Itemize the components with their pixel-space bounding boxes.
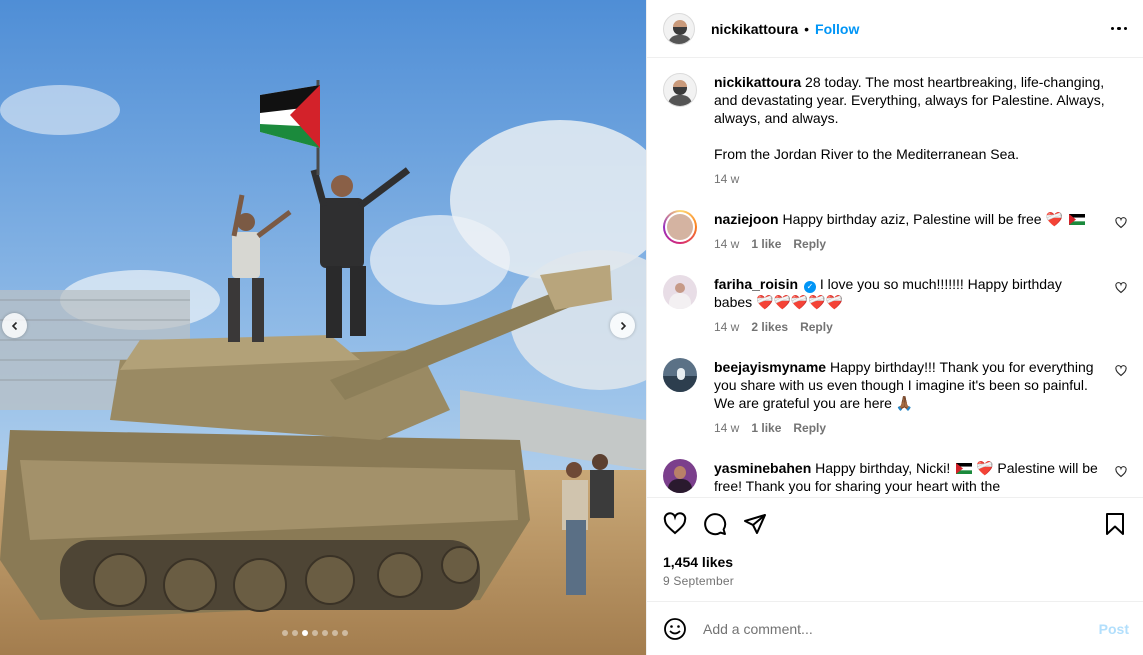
carousel-indicator <box>282 630 348 636</box>
post-comment-button[interactable]: Post <box>1099 621 1129 637</box>
caption-username[interactable]: nickikattoura <box>714 74 801 90</box>
comment-time: 14 w <box>714 237 740 251</box>
commenter-avatar[interactable] <box>663 210 697 244</box>
commenter-avatar[interactable] <box>663 275 697 309</box>
folded-hands-emoji: 🙏🏾 <box>895 395 914 411</box>
post-date[interactable]: 9 September <box>663 574 1127 588</box>
save-bookmark-icon[interactable] <box>1103 512 1127 536</box>
comment-composer: Post <box>647 601 1143 655</box>
carousel-dot <box>292 630 298 636</box>
comment-item: fariha_roisin ✓ I love you so much!!!!!!… <box>663 275 1127 336</box>
commenter-avatar[interactable] <box>663 459 697 493</box>
carousel-dot <box>282 630 288 636</box>
caption-text-line-2: From the Jordan River to the Mediterrane… <box>714 146 1020 162</box>
caption: nickikattoura 28 today. The most heartbr… <box>663 73 1127 188</box>
comments-list[interactable]: nickikattoura 28 today. The most heartbr… <box>647 58 1143 497</box>
post-header: nickikattoura • Follow <box>647 0 1143 58</box>
carousel-dot-active <box>302 630 308 636</box>
author-username[interactable]: nickikattoura <box>711 21 798 37</box>
reply-button[interactable]: Reply <box>800 318 833 336</box>
caption-meta: 14 w <box>714 170 1127 188</box>
share-paper-plane-icon[interactable] <box>743 512 767 536</box>
caption-author-avatar[interactable] <box>663 73 697 107</box>
carousel-dot <box>332 630 338 636</box>
carousel-dot <box>342 630 348 636</box>
chevron-left-icon <box>11 321 17 330</box>
add-comment-input[interactable] <box>703 620 1099 637</box>
reply-button[interactable]: Reply <box>793 235 826 253</box>
chevron-right-icon <box>620 321 626 330</box>
comment-username[interactable]: fariha_roisin <box>714 276 798 292</box>
post-media[interactable] <box>0 0 646 655</box>
caption-time: 14 w <box>714 172 740 186</box>
comment-item: yasminebahen Happy birthday, Nicki! ❤️‍🩹… <box>663 459 1127 495</box>
comment-meta: 14 w 2 likes Reply <box>714 318 1099 336</box>
like-comment-icon[interactable] <box>1115 282 1127 294</box>
likes-count[interactable]: 1,454 likes <box>663 554 1127 570</box>
author-avatar[interactable] <box>663 12 695 45</box>
verified-badge-icon: ✓ <box>803 281 816 293</box>
action-bar <box>663 512 1127 536</box>
emoji-smiley-icon[interactable] <box>663 617 687 641</box>
comment-likes[interactable]: 1 like <box>751 235 781 253</box>
mending-heart-emoji: ❤️‍🩹 <box>976 460 994 476</box>
follow-button[interactable]: Follow <box>815 21 859 37</box>
comment-item: naziejoon Happy birthday aziz, Palestine… <box>663 210 1127 253</box>
post-details-panel: nickikattoura • Follow nickikattoura 28 … <box>646 0 1143 655</box>
comment-meta: 14 w 1 like Reply <box>714 235 1099 253</box>
carousel-dot <box>322 630 328 636</box>
reply-button[interactable]: Reply <box>793 419 826 437</box>
instagram-post: nickikattoura • Follow nickikattoura 28 … <box>0 0 1143 655</box>
mending-hearts-emoji: ❤️‍🩹❤️‍🩹❤️‍🩹❤️‍🩹❤️‍🩹 <box>756 294 844 310</box>
like-comment-icon[interactable] <box>1115 217 1127 229</box>
carousel-dot <box>312 630 318 636</box>
comment-meta: 14 w 1 like Reply <box>714 419 1099 437</box>
like-heart-icon[interactable] <box>663 512 687 536</box>
comment-icon[interactable] <box>703 512 727 536</box>
next-slide-button[interactable] <box>610 313 635 338</box>
comment-time: 14 w <box>714 320 740 334</box>
comment-item: beejayismyname Happy birthday!!! Thank y… <box>663 358 1127 437</box>
comment-likes[interactable]: 2 likes <box>751 318 788 336</box>
comment-text: Happy birthday, Nicki! <box>815 460 951 476</box>
comment-likes[interactable]: 1 like <box>751 419 781 437</box>
palestine-flag-icon <box>1068 214 1085 225</box>
mending-heart-emoji: ❤️‍🩹 <box>1045 211 1063 227</box>
previous-slide-button[interactable] <box>2 313 27 338</box>
comment-username[interactable]: naziejoon <box>714 211 779 227</box>
commenter-avatar[interactable] <box>663 358 697 392</box>
comment-time: 14 w <box>714 421 740 435</box>
comment-text: Happy birthday aziz, Palestine will be f… <box>782 211 1042 227</box>
post-photo <box>0 0 646 655</box>
header-separator: • <box>804 20 810 37</box>
post-actions: 1,454 likes 9 September <box>647 497 1143 601</box>
palestine-flag-icon <box>956 463 973 474</box>
comment-username[interactable]: yasminebahen <box>714 460 811 476</box>
like-comment-icon[interactable] <box>1115 365 1127 377</box>
more-options-icon[interactable] <box>1110 26 1127 31</box>
like-comment-icon[interactable] <box>1115 466 1127 478</box>
comment-username[interactable]: beejayismyname <box>714 359 826 375</box>
